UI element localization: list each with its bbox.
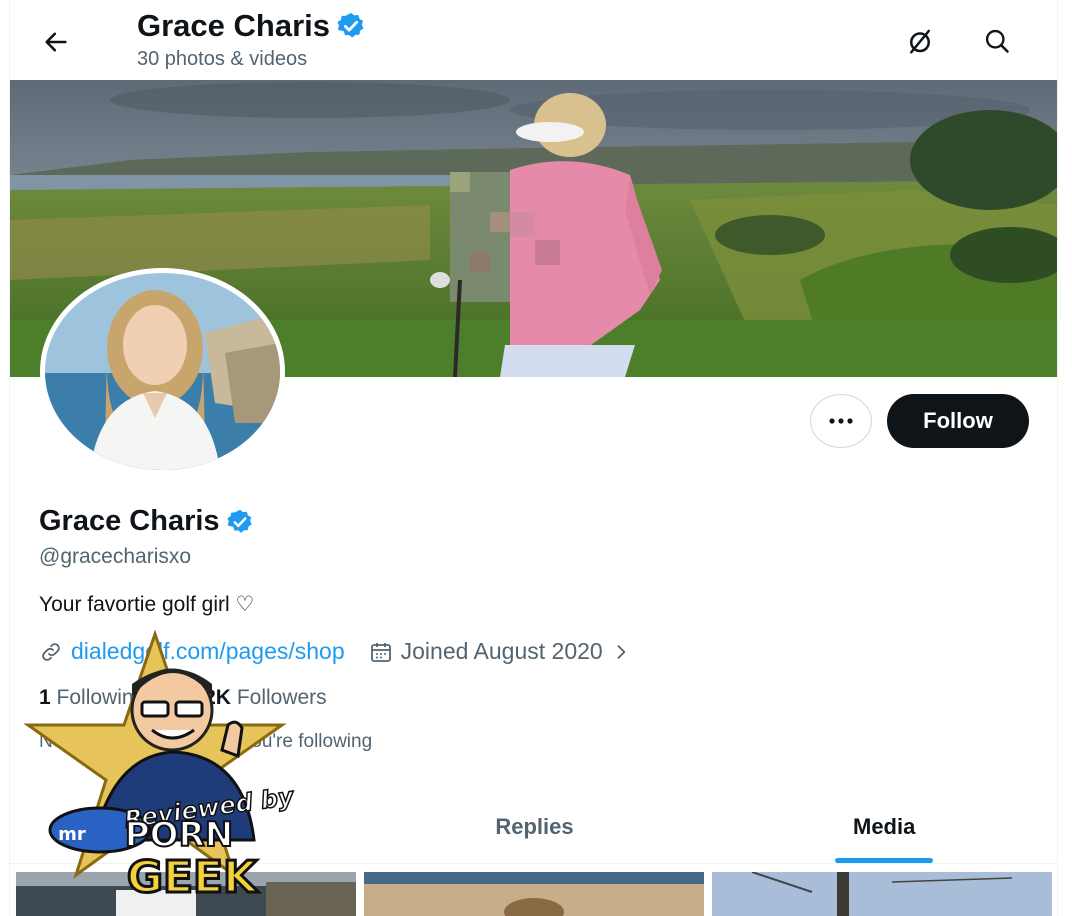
top-bar: Grace Charis 30 photos & videos xyxy=(10,0,1057,80)
search-icon xyxy=(985,29,1009,53)
profile-avatar[interactable] xyxy=(40,268,285,475)
profile-name: Grace Charis xyxy=(39,505,220,537)
verified-badge-icon xyxy=(226,509,252,533)
tab-media[interactable]: Media xyxy=(709,790,1057,863)
follow-button[interactable]: Follow xyxy=(887,394,1029,448)
watermark-porn: PORN xyxy=(125,815,233,855)
chevron-right-icon xyxy=(617,644,625,659)
profile-bio: Your favortie golf girl ♡ xyxy=(39,593,255,616)
profile-joined-text: Joined August 2020 xyxy=(400,638,603,664)
verified-badge-icon xyxy=(337,12,364,38)
search-button[interactable] xyxy=(977,21,1017,61)
header-name: Grace Charis xyxy=(137,8,330,43)
back-button[interactable] xyxy=(36,22,76,62)
more-dots-icon xyxy=(829,418,853,424)
arrow-left-icon xyxy=(45,32,67,52)
media-tile[interactable] xyxy=(712,872,1053,916)
media-tile[interactable] xyxy=(364,872,705,916)
reviewer-watermark: Reviewed by mr PORN GEEK xyxy=(14,629,297,908)
slashed-circle-icon xyxy=(910,29,930,54)
profile-joined[interactable]: Joined August 2020 xyxy=(369,638,631,665)
grok-button[interactable] xyxy=(900,21,940,61)
header-title: Grace Charis xyxy=(137,8,366,44)
watermark-mr: mr xyxy=(58,824,86,845)
profile-handle: @gracecharisxo xyxy=(39,545,192,568)
more-options-button[interactable] xyxy=(810,394,872,448)
watermark-geek: GEEK xyxy=(127,852,259,903)
tab-replies[interactable]: Replies xyxy=(360,790,710,863)
profile-display-name: Grace Charis xyxy=(39,505,254,538)
header-post-count: 30 photos & videos xyxy=(137,48,308,70)
calendar-icon xyxy=(370,642,391,662)
